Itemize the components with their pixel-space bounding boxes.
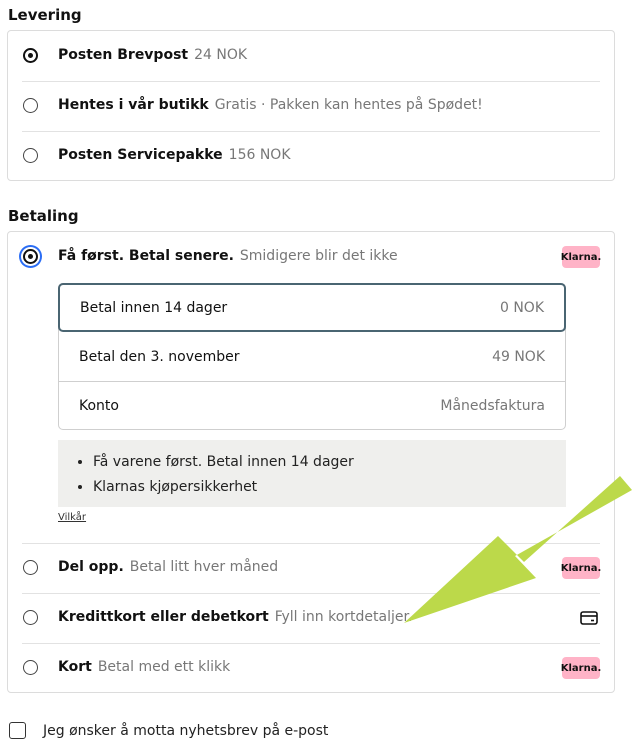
payment-option-credit-card[interactable]: Kredittkort eller debetkort Fyll inn kort… bbox=[8, 593, 614, 643]
terms-link[interactable]: Vilkår bbox=[58, 512, 86, 523]
payment-radio-credit-card[interactable] bbox=[23, 610, 38, 625]
sub-option-label: Betal innen 14 dager bbox=[80, 299, 228, 316]
divider bbox=[22, 543, 600, 544]
pay-later-info: Få varene først. Betal innen 14 dager Kl… bbox=[58, 440, 566, 507]
payment-radio-pay-later[interactable] bbox=[23, 249, 38, 264]
payment-heading: Betaling bbox=[8, 207, 79, 225]
delivery-options-box: Posten Brevpost 24 NOK Hentes i vår butik… bbox=[7, 30, 615, 181]
klarna-logo: Klarna. bbox=[561, 246, 601, 268]
divider bbox=[22, 81, 600, 82]
delivery-option-servicepakke[interactable]: Posten Servicepakke 156 NOK bbox=[8, 131, 614, 181]
payment-option-label: Kredittkort eller debetkort Fyll inn kort… bbox=[58, 609, 413, 625]
delivery-heading: Levering bbox=[8, 6, 82, 24]
sub-option-label: Betal den 3. november bbox=[79, 348, 240, 365]
delivery-radio-brevpost[interactable] bbox=[23, 48, 38, 63]
pay-later-sub-options: Betal innen 14 dager 0 NOK Betal den 3. … bbox=[58, 283, 566, 430]
delivery-radio-pickup[interactable] bbox=[23, 98, 38, 113]
divider bbox=[22, 131, 600, 132]
sub-option-label: Konto bbox=[79, 397, 119, 414]
delivery-option-brevpost[interactable]: Posten Brevpost 24 NOK bbox=[8, 31, 614, 81]
sub-option-14-days[interactable]: Betal innen 14 dager 0 NOK bbox=[58, 283, 566, 332]
delivery-option-label: Posten Brevpost 24 NOK bbox=[58, 47, 248, 63]
payment-radio-del-opp[interactable] bbox=[23, 560, 38, 575]
payment-option-kort[interactable]: Kort Betal med ett klikk Klarna. bbox=[8, 643, 614, 693]
klarna-logo: Klarna. bbox=[561, 657, 601, 679]
payment-options-box: Få først. Betal senere. Smidigere blir de… bbox=[7, 231, 615, 693]
info-bullet: Klarnas kjøpersikkerhet bbox=[93, 478, 566, 497]
sub-option-value: 49 NOK bbox=[492, 348, 545, 365]
sub-option-november[interactable]: Betal den 3. november 49 NOK bbox=[59, 332, 565, 381]
divider bbox=[22, 593, 600, 594]
payment-option-pay-later[interactable]: Få først. Betal senere. Smidigere blir de… bbox=[8, 232, 614, 282]
sub-option-konto[interactable]: Konto Månedsfaktura bbox=[59, 381, 565, 430]
payment-option-label: Få først. Betal senere. Smidigere blir de… bbox=[58, 248, 398, 264]
klarna-logo: Klarna. bbox=[561, 557, 601, 579]
delivery-radio-servicepakke[interactable] bbox=[23, 148, 38, 163]
newsletter-label[interactable]: Jeg ønsker å motta nyhetsbrev på e-post bbox=[43, 723, 328, 739]
payment-option-del-opp[interactable]: Del opp. Betal litt hver måned Klarna. bbox=[8, 543, 614, 593]
credit-card-icon bbox=[580, 611, 598, 625]
payment-option-label: Del opp. Betal litt hver måned bbox=[58, 559, 279, 575]
delivery-option-label: Hentes i vår butikk Gratis · Pakken kan h… bbox=[58, 97, 483, 113]
info-bullet: Få varene først. Betal innen 14 dager bbox=[93, 453, 566, 472]
payment-option-label: Kort Betal med ett klikk bbox=[58, 659, 231, 675]
newsletter-checkbox[interactable] bbox=[9, 722, 26, 739]
divider bbox=[22, 643, 600, 644]
delivery-option-pickup[interactable]: Hentes i vår butikk Gratis · Pakken kan h… bbox=[8, 81, 614, 131]
sub-option-value: Månedsfaktura bbox=[440, 397, 545, 414]
sub-option-value: 0 NOK bbox=[499, 299, 544, 316]
payment-radio-kort[interactable] bbox=[23, 660, 38, 675]
delivery-option-label: Posten Servicepakke 156 NOK bbox=[58, 147, 291, 163]
